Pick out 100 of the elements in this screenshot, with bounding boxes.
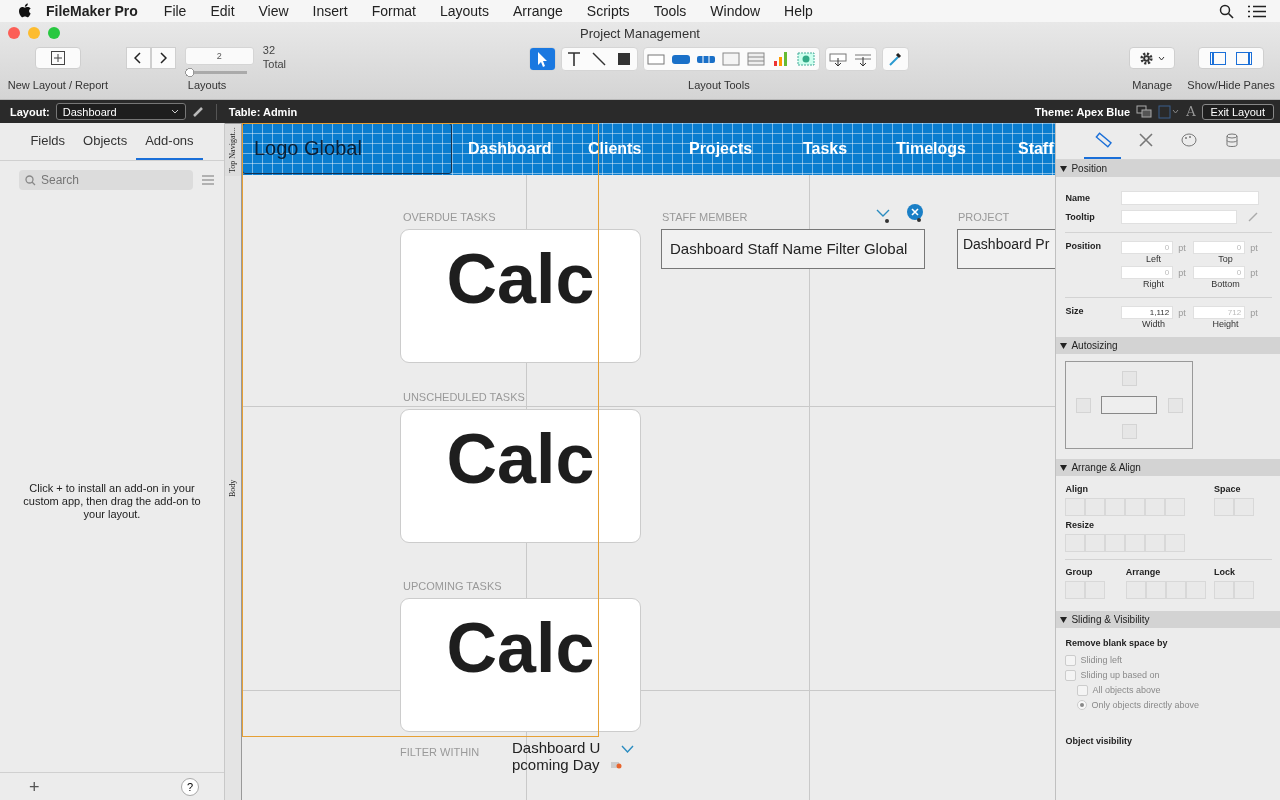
menu-item[interactable]: Layouts (427, 3, 501, 19)
layout-dropdown[interactable]: Dashboard (55, 103, 186, 120)
disclosure-triangle-icon[interactable] (1060, 464, 1068, 471)
new-layout-button[interactable] (34, 47, 81, 69)
right-pane-icon (1236, 51, 1253, 65)
minimize-window-button[interactable] (28, 27, 40, 39)
pane-tab[interactable]: Objects (74, 123, 137, 160)
autosizing-control[interactable] (1065, 361, 1194, 449)
menu-item[interactable]: File (151, 3, 199, 19)
layout-slider[interactable] (184, 68, 247, 77)
caret-icon (1158, 55, 1166, 61)
toolbar-label: Layout Tools (688, 79, 750, 91)
gear-icon (1139, 50, 1155, 66)
show-hide-panes-button[interactable] (1198, 47, 1265, 69)
option-label: Only objects directly above (1091, 700, 1199, 710)
panel-label: OVERDUE TASKS (402, 211, 496, 223)
unit-label: pt (1250, 267, 1258, 278)
field-label: Position (1065, 241, 1102, 251)
part-label[interactable]: Body (225, 176, 241, 800)
field-caption: Right (1142, 279, 1164, 289)
window-title: Project Management (580, 25, 700, 40)
disclosure-triangle-icon[interactable] (1060, 165, 1068, 172)
menu-item[interactable]: Scripts (574, 3, 642, 19)
project-field: Dashboard Pr (956, 229, 1056, 269)
disclosure-triangle-icon[interactable] (1060, 342, 1068, 349)
menu-item[interactable]: View (246, 3, 301, 19)
field-label: FILTER WITHIN (399, 746, 480, 758)
field-label: STAFF MEMBER (661, 211, 748, 223)
group-label: Remove blank space by (1065, 638, 1169, 648)
unit-label: pt (1178, 242, 1186, 253)
menu-item[interactable]: Format (359, 3, 428, 19)
app-menu[interactable]: FileMaker Pro (32, 3, 152, 19)
section-header[interactable]: Autosizing (1056, 337, 1280, 354)
unit-label: pt (1178, 267, 1186, 278)
table-label: Table: Admin (228, 105, 298, 118)
calculation-text: Calc (446, 424, 595, 494)
chevron-icon (874, 208, 891, 224)
name-field[interactable] (1121, 191, 1260, 205)
unit-label: pt (1178, 307, 1186, 318)
layout-number-field[interactable]: 2 (184, 47, 254, 65)
pencil-icon[interactable] (191, 105, 204, 118)
plus-square-icon (50, 51, 65, 65)
layout-label: Layout: (10, 105, 50, 118)
theme-icon[interactable] (1136, 105, 1153, 118)
pointer-tool-icon[interactable] (529, 48, 555, 70)
add-on-message: Click + to install an add-on in your custom app, then drag the add-on to your layout. (22, 481, 202, 521)
left-pane-icon (1210, 51, 1227, 65)
next-button[interactable] (150, 47, 176, 69)
disclosure-triangle-icon[interactable] (1060, 616, 1068, 623)
pane-tab[interactable]: Add-ons (136, 123, 203, 160)
field-label: Size (1065, 306, 1085, 316)
apple-icon[interactable] (18, 3, 32, 19)
menu-item[interactable]: Arrange (501, 3, 575, 19)
calculation-text: Calc (446, 244, 595, 314)
field-caption: Width (1141, 319, 1165, 329)
section-header[interactable]: Arrange & Align (1056, 459, 1280, 476)
previous-button[interactable] (125, 47, 151, 69)
eraser-icon (609, 760, 622, 770)
group-label: Space (1214, 484, 1242, 494)
layout-count: 32 (262, 43, 277, 57)
close-window-button[interactable] (8, 27, 20, 39)
help-button[interactable]: ? (181, 778, 199, 796)
field-caption: Height (1212, 319, 1239, 329)
manage-button[interactable] (1129, 47, 1176, 69)
field-label: Tooltip (1065, 212, 1096, 222)
menu-item[interactable]: Help (772, 3, 825, 19)
field-label: PROJECT (957, 211, 1010, 223)
add-button[interactable]: + (25, 776, 44, 798)
search-icon[interactable] (1219, 3, 1234, 19)
part-label[interactable]: Top Navigat... (225, 123, 241, 176)
section-header[interactable]: Position (1056, 160, 1280, 177)
option-label: Sliding left (1080, 655, 1122, 665)
toolbar-label: Manage (1132, 79, 1173, 91)
menu-item[interactable]: Tools (641, 3, 699, 19)
pane-tab[interactable]: Fields (21, 123, 75, 160)
group-label: Align (1065, 484, 1089, 494)
tooltip-field[interactable] (1121, 210, 1238, 224)
field-caption: Left (1145, 254, 1161, 264)
section-header[interactable]: Sliding & Visibility (1056, 611, 1280, 628)
panel-label: UPCOMING TASKS (402, 580, 502, 592)
zoom-window-button[interactable] (48, 27, 60, 39)
toolbar-label: New Layout / Report (7, 79, 109, 91)
exit-layout-button[interactable]: Exit Layout (1201, 103, 1274, 120)
menu-item[interactable]: Edit (198, 3, 247, 19)
toolbar-label: Layouts (186, 79, 227, 91)
list-icon[interactable] (1248, 4, 1266, 18)
group-label: Lock (1214, 567, 1236, 577)
calculation-text: Calc (446, 613, 595, 683)
font-size-button[interactable]: A (1186, 104, 1196, 119)
chevron-right-icon (159, 52, 168, 64)
menu-item[interactable]: Window (698, 3, 773, 19)
field-caption: Top (1218, 254, 1233, 264)
theme-label: Theme: Apex Blue (1034, 105, 1131, 118)
close-circle-icon (904, 203, 925, 223)
menu-item[interactable]: Insert (300, 3, 360, 19)
search-field[interactable]: Search (19, 170, 193, 190)
number-field[interactable]: 1,112 (1121, 306, 1174, 319)
ruler-icon (1093, 131, 1112, 149)
caret-icon (170, 109, 179, 114)
staff-field: Dashboard Staff Name Filter Global (660, 229, 925, 269)
